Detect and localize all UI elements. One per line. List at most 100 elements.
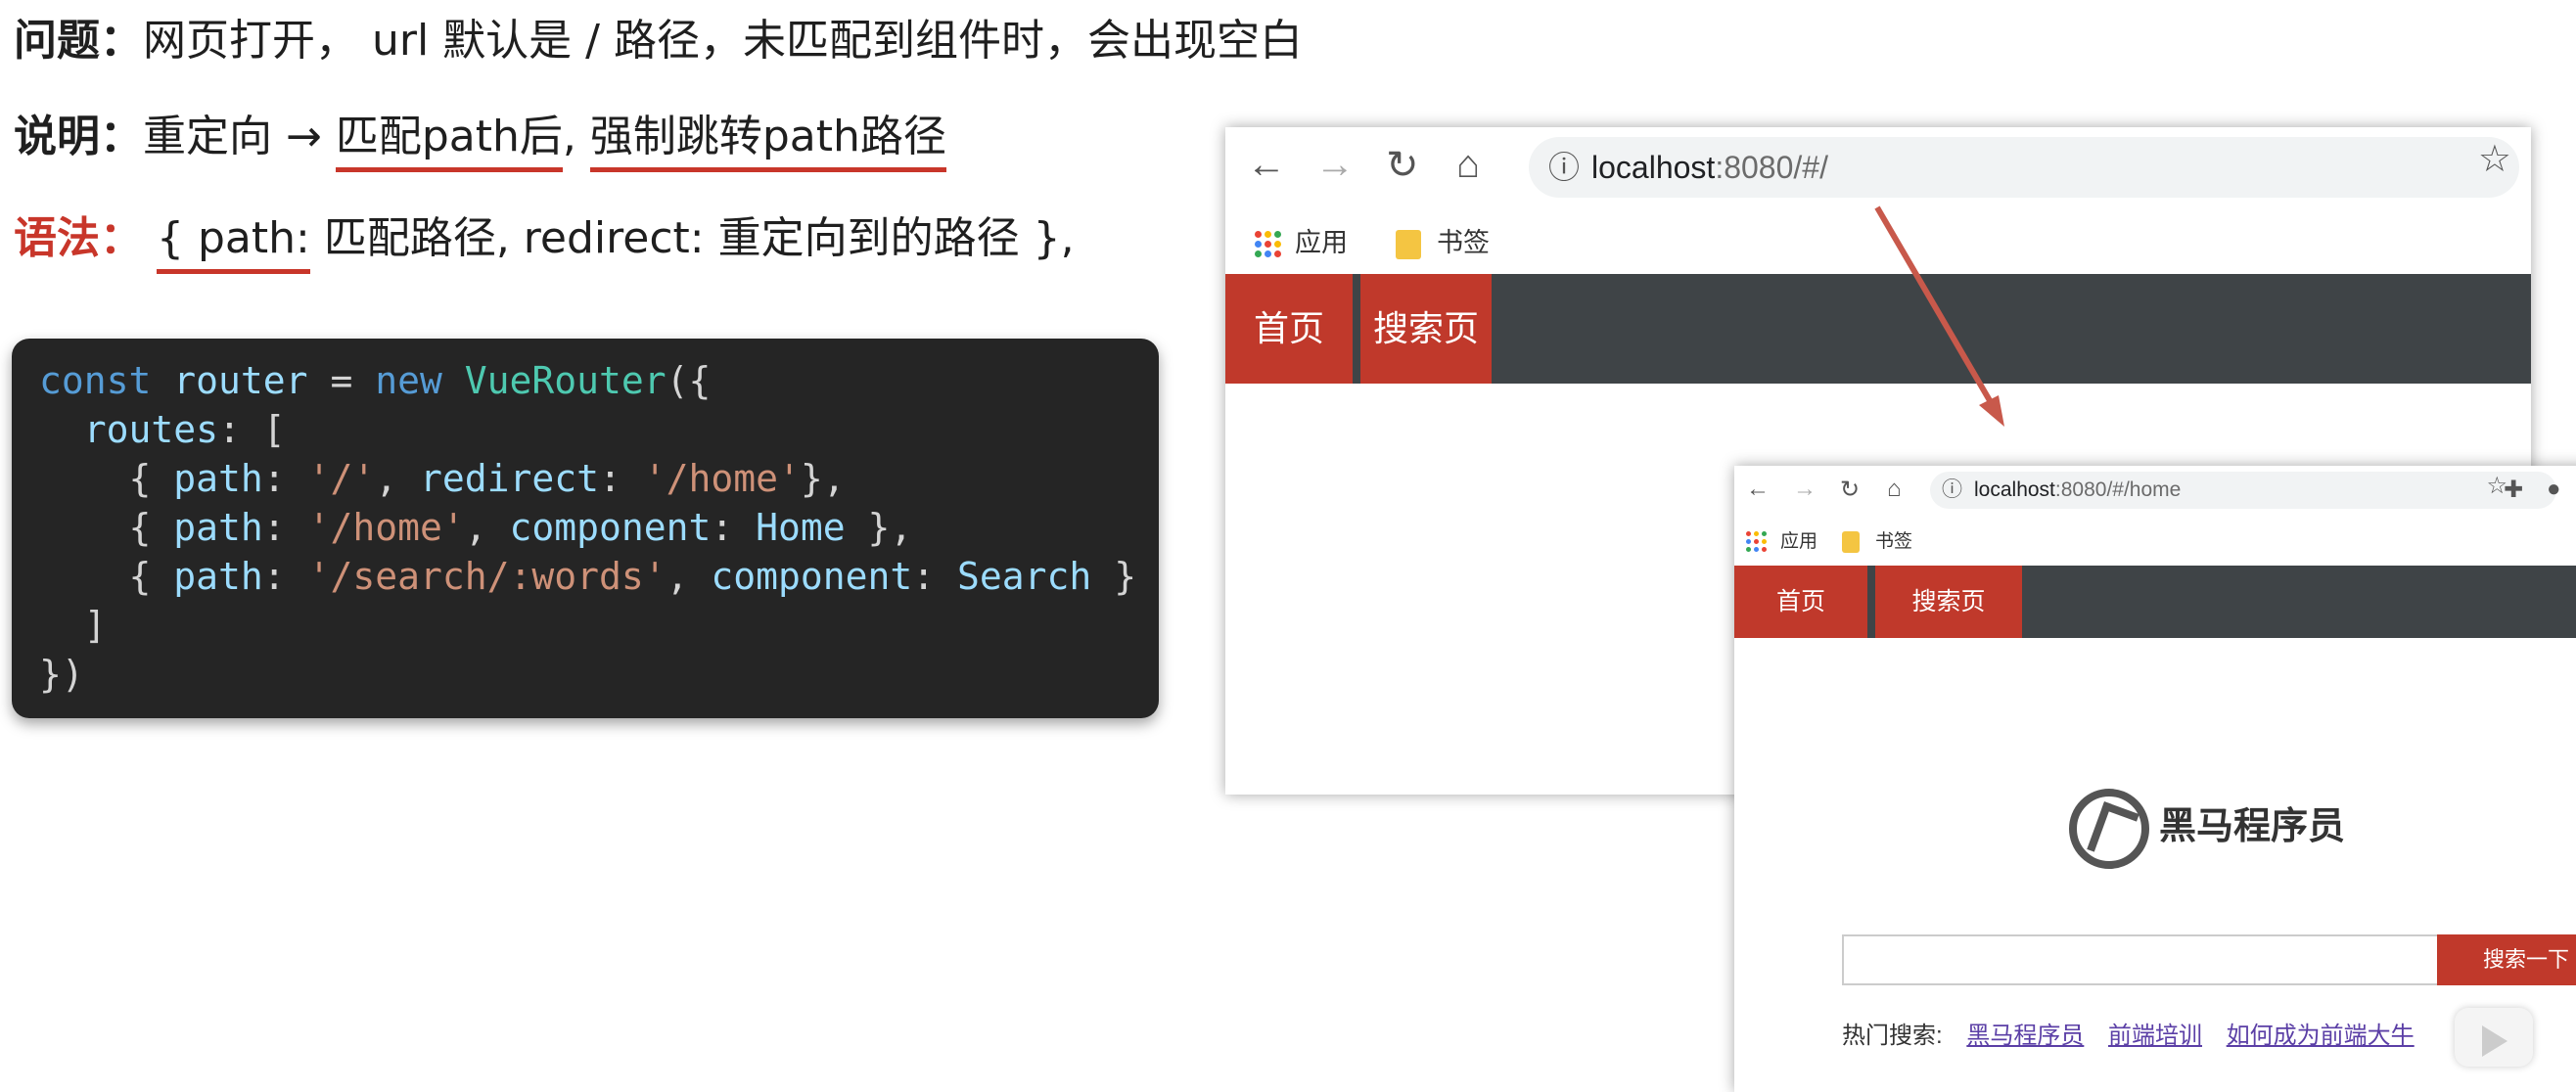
bookmark-apps[interactable]: 应用 — [1255, 221, 1348, 259]
address-bar[interactable]: ⓘ localhost:8080/#/home — [1930, 472, 2556, 509]
profile-icon[interactable]: ● — [2547, 476, 2561, 503]
code-token: redirect — [419, 457, 599, 500]
syntax-label: 语法： — [14, 213, 143, 263]
url-host: localhost — [1591, 150, 1716, 185]
code-token: : [ — [218, 408, 286, 451]
apps-label: 应用 — [1780, 531, 1818, 552]
url-path: :8080/#/home — [2054, 478, 2182, 501]
code-token: Home — [756, 506, 846, 549]
code-token: '/home' — [307, 506, 465, 549]
hot-label: 热门搜索: — [1842, 1023, 1943, 1049]
logo-text: 黑马程序员 — [2159, 806, 2346, 848]
code-token: , — [375, 457, 420, 500]
code-token: : — [262, 555, 308, 598]
nav-search-link[interactable]: 搜索页 — [1360, 274, 1492, 384]
url-host: localhost — [1974, 478, 2055, 501]
problem-label: 问题： — [14, 16, 143, 66]
code-token: = — [307, 359, 376, 402]
code-token: }, — [845, 506, 913, 549]
code-token: ] — [83, 604, 107, 647]
code-token: { — [128, 506, 174, 549]
reload-icon[interactable]: ↻ — [1386, 143, 1419, 188]
folder-icon — [1396, 229, 1421, 259]
code-token: : — [711, 506, 757, 549]
code-token: VueRouter — [464, 359, 667, 402]
code-token: path — [173, 555, 263, 598]
code-token: router — [173, 359, 308, 402]
code-token: ({ — [666, 359, 712, 402]
hot-link[interactable]: 前端培训 — [2108, 1023, 2202, 1049]
code-token: { — [128, 555, 174, 598]
code-token: , — [666, 555, 712, 598]
folder-icon — [1842, 530, 1860, 553]
syntax-part1: { path: — [157, 213, 310, 274]
code-token: }) — [39, 653, 84, 696]
search-input[interactable] — [1842, 934, 2439, 985]
code-token: { — [128, 457, 174, 500]
url-path: :8080/#/ — [1715, 150, 1828, 185]
bookmark-folder[interactable]: 书签 — [1842, 526, 1912, 553]
horse-logo-icon — [2069, 789, 2149, 869]
bookmarks-label: 书签 — [1875, 531, 1913, 552]
code-token: } — [1091, 555, 1137, 598]
code-token: '/search/:words' — [307, 555, 667, 598]
play-icon[interactable] — [2455, 1008, 2533, 1067]
back-icon[interactable]: ← — [1746, 476, 1770, 503]
code-token: path — [173, 506, 263, 549]
code-token: new — [375, 359, 442, 402]
apps-icon — [1255, 231, 1281, 258]
nav-home-link[interactable]: 首页 — [1225, 274, 1353, 384]
nav-search-link[interactable]: 搜索页 — [1875, 566, 2022, 638]
redirect-arrow — [1874, 205, 2004, 427]
code-token: Search — [957, 555, 1092, 598]
code-token: : — [912, 555, 958, 598]
code-token: routes — [83, 408, 219, 451]
code-token: : — [262, 457, 308, 500]
explain-part2: 强制跳转path路径 — [589, 112, 946, 172]
explain-part1: 匹配path后 — [335, 112, 563, 172]
code-token: component — [509, 506, 712, 549]
problem-text: 网页打开， url 默认是 / 路径，未匹配到组件时，会出现空白 — [143, 16, 1303, 66]
search-button[interactable]: 搜索一下 — [2437, 934, 2576, 985]
apps-icon — [1746, 531, 1767, 553]
hot-link[interactable]: 黑马程序员 — [1966, 1023, 2084, 1049]
code-token: : — [599, 457, 644, 500]
hot-link[interactable]: 如何成为前端大牛 — [2227, 1023, 2415, 1049]
syntax-rest: 匹配路径, redirect: 重定向到的路径 }, — [309, 213, 1075, 263]
extensions-icon[interactable]: ✚ — [2504, 476, 2523, 504]
info-icon[interactable]: ⓘ — [1548, 137, 1580, 198]
explain-prefix: 重定向 → — [143, 112, 336, 161]
code-token: }, — [800, 457, 846, 500]
code-token: , — [464, 506, 510, 549]
home-icon[interactable]: ⌂ — [1456, 143, 1480, 187]
reload-icon[interactable]: ↻ — [1840, 476, 1860, 504]
nav-home-link[interactable]: 首页 — [1734, 566, 1867, 638]
code-token: component — [711, 555, 913, 598]
browser-window-home: ← → ↻ ⌂ ⓘ localhost:8080/#/home ☆ ✚ ● 应用 … — [1734, 466, 2576, 1092]
explain-sep: , — [562, 112, 590, 161]
problem-line: 问题：网页打开， url 默认是 / 路径，未匹配到组件时，会出现空白 — [14, 12, 1303, 70]
info-icon[interactable]: ⓘ — [1942, 472, 1962, 509]
browser-toolbar: ← → ↻ ⌂ ⓘ localhost:8080/#/home ☆ ✚ ● 应用 … — [1734, 466, 2576, 567]
explain-label: 说明： — [14, 112, 143, 161]
back-icon[interactable]: ← — [1247, 143, 1286, 187]
app-navbar: 首页 搜索页 — [1734, 566, 2576, 638]
explain-line: 说明：重定向 → 匹配path后, 强制跳转path路径 — [14, 108, 946, 172]
code-token: '/' — [307, 457, 376, 500]
hot-searches: 热门搜索: 黑马程序员 前端培训 如何成为前端大牛 — [1842, 1016, 2415, 1050]
bookmark-star-icon[interactable]: ☆ — [2478, 137, 2511, 181]
syntax-line: 语法： { path: 匹配路径, redirect: 重定向到的路径 }, — [14, 209, 1075, 274]
apps-label: 应用 — [1295, 228, 1348, 257]
code-token: path — [173, 457, 263, 500]
code-token: '/home' — [643, 457, 801, 500]
bookmark-apps[interactable]: 应用 — [1746, 526, 1817, 553]
bookmark-folder[interactable]: 书签 — [1396, 221, 1490, 259]
forward-icon[interactable]: → — [1315, 143, 1355, 187]
code-token: : — [262, 506, 308, 549]
forward-icon[interactable]: → — [1793, 476, 1817, 503]
home-icon[interactable]: ⌂ — [1887, 476, 1902, 503]
code-block: const router = new VueRouter({ routes: [… — [12, 339, 1159, 718]
address-bar[interactable]: ⓘ localhost:8080/#/ — [1529, 137, 2519, 198]
brand-logo: 黑马程序员 — [2069, 789, 2345, 869]
bookmarks-label: 书签 — [1437, 228, 1490, 257]
